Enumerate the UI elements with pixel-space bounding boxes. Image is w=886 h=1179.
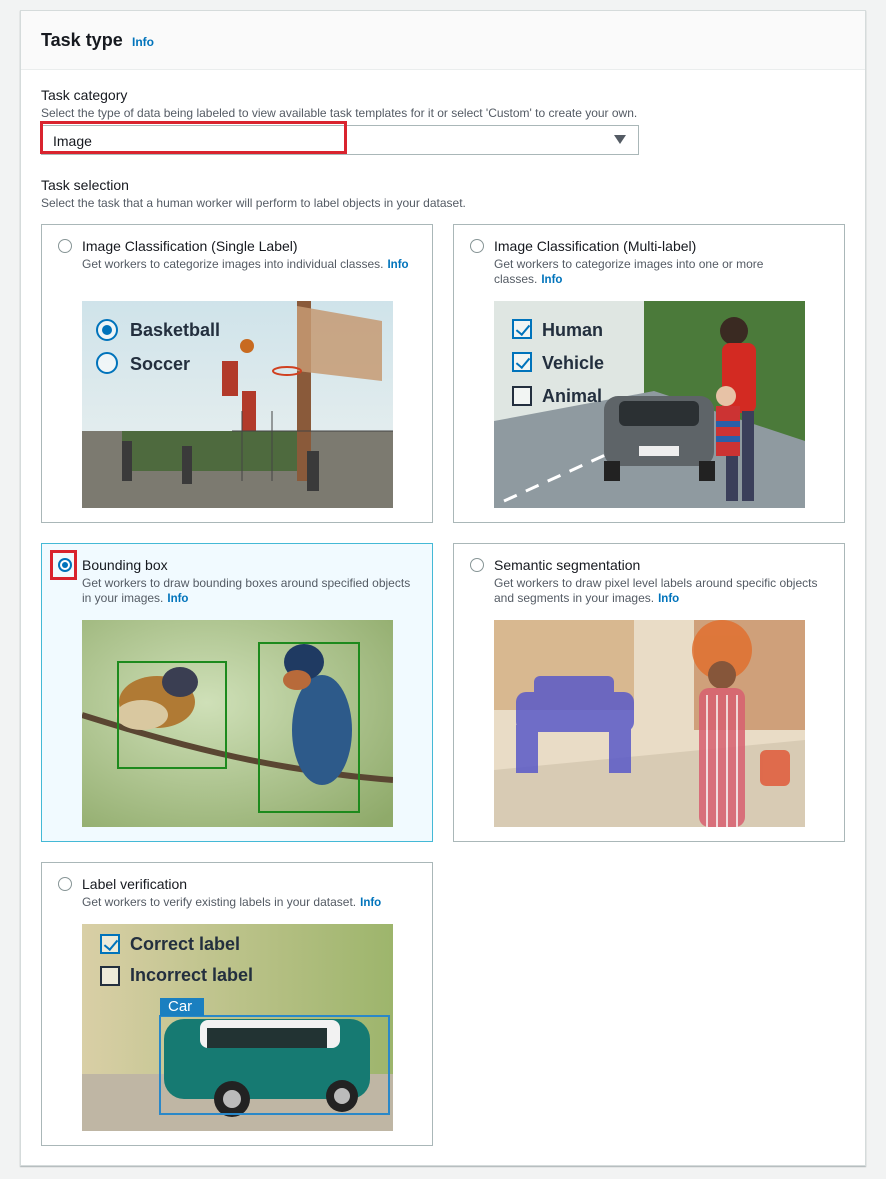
card-title: Bounding box: [82, 557, 168, 573]
checkbox-checked-icon: [100, 934, 120, 954]
car-tag-label: Car: [168, 998, 193, 1015]
card-info-link[interactable]: Info: [658, 593, 679, 605]
card-info-link[interactable]: Info: [167, 593, 188, 605]
task-type-panel: Task type Info Task category Select the …: [20, 10, 866, 1166]
card-title: Image Classification (Multi-label): [494, 238, 697, 254]
radio-highlight-box: [50, 550, 77, 580]
panel-title: Task type: [41, 30, 123, 50]
street-car-image: Human Vehicle Animal: [494, 301, 805, 508]
panel-header: Task type Info: [21, 11, 865, 70]
task-selection-label: Task selection: [41, 177, 129, 193]
overlay-label: Basketball: [130, 320, 221, 340]
overlay-radio-icon: [96, 352, 118, 374]
card-description: Get workers to draw bounding boxes aroun…: [82, 576, 411, 605]
card-description: Get workers to verify existing labels in…: [82, 895, 382, 909]
basketball-image: Basketball Soccer: [82, 301, 393, 508]
card-image-classification-multi[interactable]: Image Classification (Multi-label) Get w…: [453, 224, 845, 523]
overlay-label: Vehicle: [542, 353, 605, 373]
checkbox-unchecked-icon: [100, 966, 120, 986]
task-selection-description: Select the task that a human worker will…: [41, 196, 466, 210]
overlay-label: Human: [542, 320, 604, 340]
card-bounding-box[interactable]: Bounding box Get workers to draw boundin…: [41, 543, 433, 842]
card-description: Get workers to categorize images into on…: [494, 257, 764, 286]
card-semantic-segmentation[interactable]: Semantic segmentation Get workers to dra…: [453, 543, 845, 842]
card-image-classification-single[interactable]: Image Classification (Single Label) Get …: [41, 224, 433, 523]
checkbox-checked-icon: [512, 352, 532, 372]
overlay-label: Animal: [542, 386, 603, 406]
card-description: Get workers to categorize images into in…: [82, 257, 409, 271]
task-category-label: Task category: [41, 87, 128, 103]
overlay-label: Incorrect label: [130, 965, 254, 985]
card-label-verification[interactable]: Label verification Get workers to verify…: [41, 862, 433, 1146]
card-title: Image Classification (Single Label): [82, 238, 298, 254]
card-info-link[interactable]: Info: [360, 897, 381, 909]
task-category-description: Select the type of data being labeled to…: [41, 106, 638, 120]
overlay-label: Soccer: [130, 354, 191, 374]
overlay-radio-selected-icon: [96, 319, 118, 341]
card-info-link[interactable]: Info: [541, 274, 562, 286]
card-title: Semantic segmentation: [494, 557, 641, 573]
select-highlight-box: [40, 121, 347, 154]
radio-image-classification-single[interactable]: [58, 239, 72, 253]
radio-semantic-segmentation[interactable]: [470, 558, 484, 572]
radio-label-verification[interactable]: [58, 877, 72, 891]
birds-image: [82, 620, 393, 827]
overlay-label: Correct label: [130, 934, 241, 954]
card-title: Label verification: [82, 876, 188, 892]
car-verification-image: Correct label Incorrect label Car: [82, 924, 393, 1131]
card-info-link[interactable]: Info: [387, 259, 408, 271]
card-description: Get workers to draw pixel level labels a…: [494, 576, 818, 605]
street-segmentation-image: [494, 620, 805, 827]
checkbox-unchecked-icon: [512, 386, 532, 406]
checkbox-checked-icon: [512, 319, 532, 339]
caret-down-icon: [614, 135, 626, 144]
radio-image-classification-multi[interactable]: [470, 239, 484, 253]
header-info-link[interactable]: Info: [132, 35, 154, 49]
